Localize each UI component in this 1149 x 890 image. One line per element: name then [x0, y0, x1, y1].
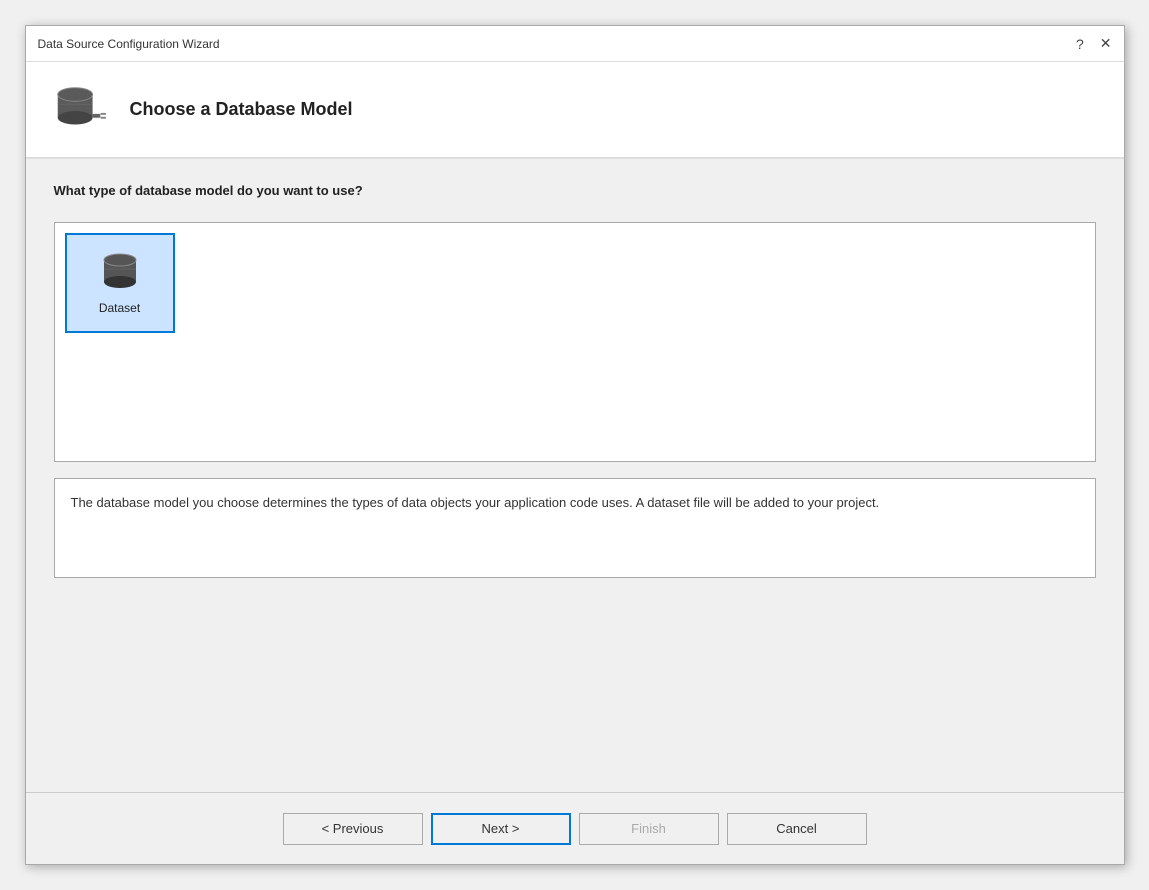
dataset-icon — [96, 251, 144, 295]
question-label: What type of database model do you want … — [54, 183, 1096, 198]
close-button[interactable]: ✕ — [1100, 35, 1112, 52]
title-bar: Data Source Configuration Wizard ? ✕ — [26, 26, 1124, 62]
title-bar-left: Data Source Configuration Wizard — [38, 37, 220, 51]
header-section: Choose a Database Model — [26, 62, 1124, 159]
dataset-model-item[interactable]: Dataset — [65, 233, 175, 333]
content-area: What type of database model do you want … — [26, 159, 1124, 792]
header-title: Choose a Database Model — [130, 99, 353, 120]
dialog-window: Data Source Configuration Wizard ? ✕ — [25, 25, 1125, 865]
database-plug-icon — [50, 84, 110, 136]
next-button[interactable]: Next > — [431, 813, 571, 845]
help-button[interactable]: ? — [1076, 36, 1084, 52]
spacer — [54, 594, 1096, 768]
description-text: The database model you choose determines… — [71, 495, 880, 510]
button-bar: < Previous Next > Finish Cancel — [26, 792, 1124, 864]
previous-button[interactable]: < Previous — [283, 813, 423, 845]
model-selection-box[interactable]: Dataset — [54, 222, 1096, 462]
description-box: The database model you choose determines… — [54, 478, 1096, 578]
finish-button: Finish — [579, 813, 719, 845]
dataset-model-label: Dataset — [99, 301, 140, 315]
question-section: What type of database model do you want … — [54, 183, 1096, 206]
header-icon — [50, 82, 110, 137]
title-bar-controls: ? ✕ — [1076, 35, 1112, 52]
cancel-button[interactable]: Cancel — [727, 813, 867, 845]
window-title: Data Source Configuration Wizard — [38, 37, 220, 51]
